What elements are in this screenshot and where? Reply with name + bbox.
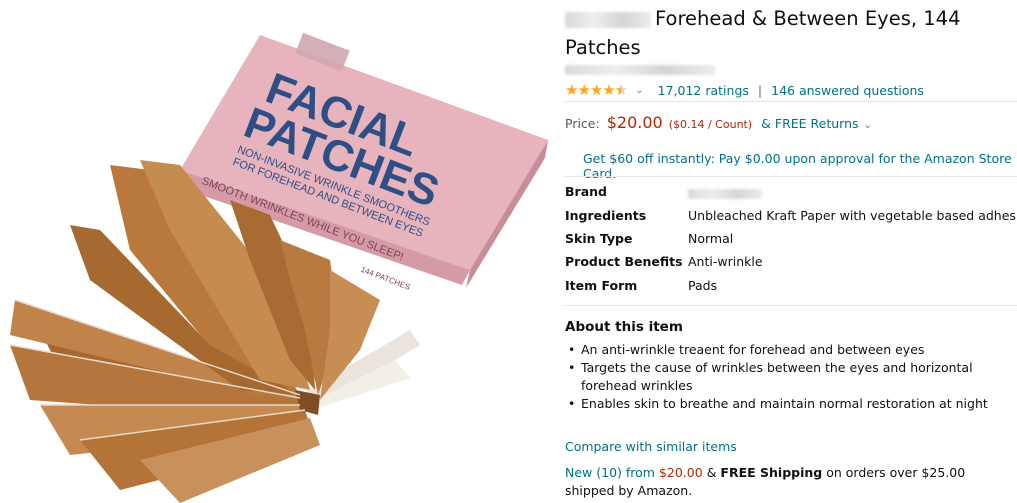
divider (565, 305, 1017, 306)
separator: | (757, 82, 763, 98)
chevron-down-icon[interactable]: ⌄ (864, 120, 872, 131)
spec-key: Item Form (565, 278, 638, 293)
new-offers-link[interactable]: New (10) from (565, 465, 655, 480)
new-offer-price: $20.00 (658, 465, 703, 480)
box-count: 144 PATCHES (360, 265, 412, 292)
spec-key: Brand (565, 184, 607, 199)
free-returns-link[interactable]: & FREE Returns (761, 116, 858, 131)
facial-patches-photo: FACIAL PATCHES NON-INVASIVE WRINKLE SMOO… (9, 32, 548, 503)
spec-value: Anti-wrinkle (688, 254, 763, 269)
spec-key: Ingredients (565, 208, 647, 223)
rating-row: ★★★★★ ⌄ 17,012 ratings | 146 answered qu… (565, 80, 1017, 100)
compare-similar-link[interactable]: Compare with similar items (565, 439, 737, 454)
price-label: Price: (565, 116, 600, 131)
blurred-brand-value (688, 189, 762, 199)
spec-value: Pads (688, 278, 718, 293)
divider (565, 176, 1017, 177)
list-item: An anti-wrinkle treaent for forehead and… (565, 341, 1005, 359)
chevron-down-icon[interactable]: ⌄ (635, 85, 643, 96)
new-offer: New (10) from $20.00 & FREE Shipping on … (565, 464, 1005, 500)
blurred-brand-store-link[interactable] (565, 65, 715, 75)
spec-value: Normal (688, 231, 734, 246)
price-row: Price: $20.00 ($0.14 / Count) & FREE Ret… (565, 113, 886, 132)
answered-questions-link[interactable]: 146 answered questions (771, 83, 924, 98)
about-heading: About this item (565, 319, 683, 335)
spec-key: Skin Type (565, 231, 633, 246)
new-offer-amp: & (706, 465, 717, 480)
ratings-count-link[interactable]: 17,012 ratings (658, 83, 749, 98)
product-image[interactable]: FACIAL PATCHES NON-INVASIVE WRINKLE SMOO… (0, 0, 548, 503)
unit-price: ($0.14 / Count) (668, 118, 753, 131)
list-item: Targets the cause of wrinkles between th… (565, 359, 1005, 395)
spec-key: Product Benefits (565, 254, 683, 269)
spec-value-brand (688, 184, 762, 199)
blurred-brand-title (565, 11, 651, 28)
spec-value: Unbleached Kraft Paper with vegetable ba… (688, 208, 1017, 223)
about-bullets: An anti-wrinkle treaent for forehead and… (565, 341, 1005, 413)
price-amount: $20.00 (606, 113, 663, 132)
star-rating-icon[interactable]: ★★★★★ (565, 81, 628, 99)
list-item: Enables skin to breathe and maintain nor… (565, 395, 1005, 413)
divider (565, 101, 1017, 102)
product-title: Forehead & Between Eyes, 144 Patches (565, 4, 1005, 62)
free-shipping-label[interactable]: FREE Shipping (720, 465, 822, 480)
